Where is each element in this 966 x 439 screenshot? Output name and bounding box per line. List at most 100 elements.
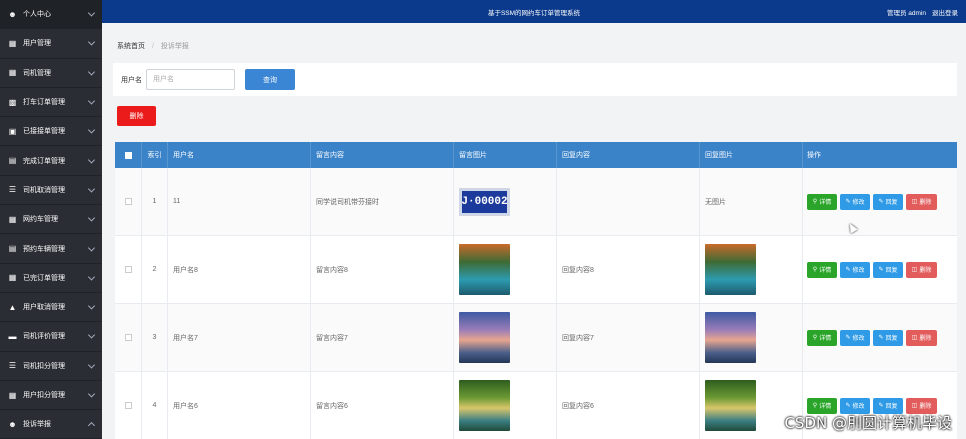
cell-reply: 回复内容7 [557, 304, 700, 371]
chevron-down-icon [87, 156, 96, 164]
app-title: 基于SSM的网约车订单管理系统 [487, 9, 581, 17]
chevron-down-icon [87, 97, 96, 105]
sidebar-item-reservations[interactable]: ▤ 预约车辆管理 [0, 234, 102, 264]
row-delete-button[interactable]: ◫ 删除 [906, 193, 937, 210]
grid-icon: ▦ [8, 273, 17, 283]
sidebar-item-driver-cancel[interactable]: ☰ 司机取消管理 [0, 176, 102, 206]
sidebar-item-taxi-orders[interactable]: ▩ 打车订单管理 [0, 88, 102, 118]
sidebar-item-label: 司机评价管理 [23, 333, 65, 341]
search-icon: ⚲ [812, 267, 818, 273]
sidebar-item-label: 司机管理 [23, 69, 51, 77]
header-message: 留言内容 [311, 142, 454, 168]
complaints-table: 索引 用户名 留言内容 留言图片 回复内容 回复图片 操作 1 11 同学说司机… [115, 142, 957, 439]
sidebar-item-label: 用户扣分管理 [23, 392, 65, 399]
row-checkbox[interactable] [124, 334, 132, 341]
sidebar-item-users[interactable]: ▦ 用户管理 [0, 29, 102, 59]
cell-index: 4 [142, 372, 168, 439]
reply-button[interactable]: ✎ 回复 [873, 329, 903, 346]
search-icon: ⚲ [812, 403, 818, 409]
edit-button[interactable]: ✎ 修改 [840, 261, 870, 278]
row-delete-button[interactable]: ◫ 删除 [906, 329, 937, 346]
chevron-down-icon [87, 331, 96, 339]
reply-button[interactable]: ✎ 回复 [873, 261, 903, 278]
search-label: 用户名 [121, 76, 142, 84]
chevron-down-icon [87, 214, 96, 222]
query-button[interactable]: 查询 [245, 69, 295, 90]
row-checkbox[interactable] [124, 402, 132, 409]
breadcrumb-home[interactable]: 系统首页 [117, 43, 145, 50]
top-bar: 基于SSM的网约车订单管理系统 管理员 admin 退出登录 [102, 0, 966, 23]
sidebar-item-finished-orders[interactable]: ▦ 已完订单管理 [0, 264, 102, 293]
chevron-down-icon [87, 302, 96, 310]
sidebar-item-label: 已完订单管理 [23, 274, 65, 282]
header-username: 用户名 [168, 142, 311, 168]
reply-button[interactable]: ✎ 回复 [873, 193, 903, 210]
list-icon: ☰ [8, 185, 17, 195]
search-icon: ⚲ [812, 199, 818, 205]
table-header: 索引 用户名 留言内容 留言图片 回复内容 回复图片 操作 [115, 142, 957, 168]
grid-icon: ▦ [8, 68, 17, 78]
cell-message: 留言内容8 [311, 236, 454, 303]
pencil-icon: ✎ [845, 403, 851, 409]
cell-username: 用户名8 [168, 236, 311, 303]
autumn-lake-image [459, 244, 510, 295]
chevron-down-icon [87, 38, 96, 46]
row-delete-button[interactable]: ◫ 删除 [906, 261, 937, 278]
header-index: 索引 [142, 142, 168, 168]
table-row: 1 11 同学说司机带芬接时 J·00002 无图片 ⚲ 详情 ✎ 修改 ✎ 回复 ◫… [115, 168, 957, 236]
sidebar-item-user-points[interactable]: ▦ 用户扣分管理 [0, 381, 102, 411]
row-checkbox[interactable] [124, 198, 132, 205]
sidebar-item-drivers[interactable]: ▦ 司机管理 [0, 59, 102, 88]
monitor-icon: ▣ [8, 126, 17, 136]
detail-button[interactable]: ⚲ 详情 [807, 329, 837, 346]
search-input[interactable] [146, 69, 235, 90]
chevron-down-icon [87, 185, 96, 193]
pencil-icon: ✎ [878, 403, 884, 409]
cell-index: 2 [142, 236, 168, 303]
cell-message: 留言内容6 [311, 372, 454, 439]
trash-icon: ◫ [911, 403, 918, 409]
sidebar: ☻ 个人中心 ▦ 用户管理 ▦ 司机管理 ▩ 打车订单管理 ▣ 已接接单管理 ▤… [0, 0, 102, 439]
card-icon: ▬ [8, 331, 17, 341]
detail-button[interactable]: ⚲ 详情 [807, 193, 837, 210]
breadcrumb-current: 投诉举报 [160, 43, 189, 50]
chevron-up-icon [87, 422, 96, 430]
user-icon: ☻ [8, 419, 17, 429]
forest-waterfall-image [705, 380, 756, 431]
trash-icon: ◫ [911, 267, 918, 273]
search-panel: 用户名 查询 [113, 63, 957, 96]
user-icon: ☻ [8, 9, 17, 19]
cell-message: 同学说司机带芬接时 [311, 168, 454, 235]
cell-username: 用户名7 [168, 304, 311, 371]
logout-link[interactable]: 退出登录 [932, 7, 958, 17]
sidebar-item-accepted-orders[interactable]: ▣ 已接接单管理 [0, 117, 102, 147]
table-row: 3 用户名7 留言内容7 回复内容7 ⚲ 详情 ✎ 修改 ✎ 回复 ◫ 删除 [115, 304, 957, 372]
sidebar-item-label: 已接接单管理 [23, 128, 65, 136]
chevron-down-icon [87, 126, 96, 134]
chevron-down-icon [87, 390, 96, 398]
breadcrumb-separator: / [151, 43, 154, 50]
cell-reply: 回复内容8 [557, 236, 700, 303]
cell-reply: 回复内容6 [557, 372, 700, 439]
pencil-icon: ✎ [878, 267, 884, 273]
sidebar-item-user-cancel[interactable]: ▲ 用户取消管理 [0, 293, 102, 323]
trash-icon: ◫ [911, 335, 918, 341]
select-all-checkbox[interactable] [124, 151, 132, 159]
edit-button[interactable]: ✎ 修改 [840, 193, 870, 210]
autumn-lake-image [705, 244, 756, 295]
row-checkbox[interactable] [124, 266, 132, 273]
sidebar-item-complaints[interactable]: ☻ 投诉举报 [0, 410, 102, 439]
bar-chart-icon: ▩ [8, 97, 17, 107]
sidebar-item-ride-hailing[interactable]: ▦ 网约车管理 [0, 205, 102, 235]
edit-button[interactable]: ✎ 修改 [840, 329, 870, 346]
sidebar-item-label: 网约车管理 [23, 216, 58, 224]
sidebar-item-driver-reviews[interactable]: ▬ 司机评价管理 [0, 322, 102, 352]
sidebar-item-label: 打车订单管理 [23, 99, 65, 107]
search-icon: ⚲ [812, 335, 818, 341]
sidebar-item-personal-center[interactable]: ☻ 个人中心 [0, 0, 102, 30]
delete-button[interactable]: 删除 [117, 106, 156, 126]
sidebar-item-driver-points[interactable]: ☰ 司机扣分管理 [0, 352, 102, 381]
detail-button[interactable]: ⚲ 详情 [807, 261, 837, 278]
chevron-down-icon [87, 9, 96, 17]
sidebar-item-completed-orders[interactable]: ▤ 完成订单管理 [0, 146, 102, 176]
